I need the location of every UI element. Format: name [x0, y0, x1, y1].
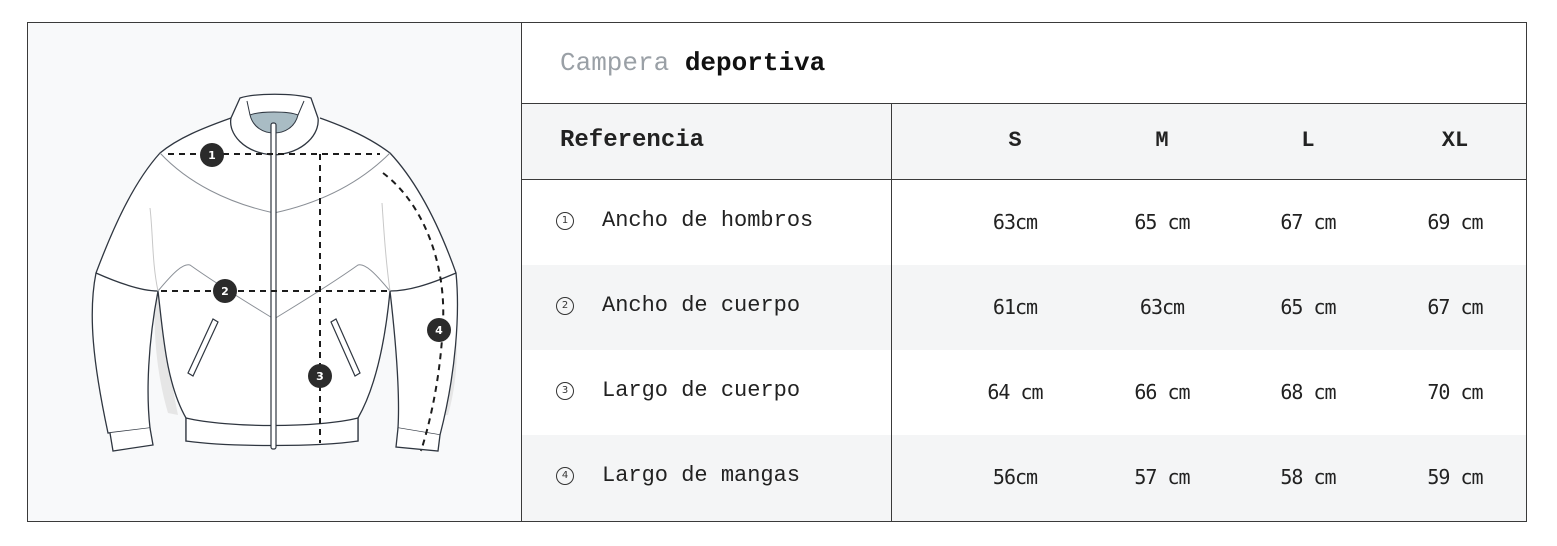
table-header-row: Referencia S M L XL: [522, 104, 1526, 180]
size-chart: 1 2 3 4 Campera deportiva Referencia S M…: [27, 22, 1527, 522]
row-number-badge: 1: [556, 212, 574, 230]
cell-l: 58 cm: [1280, 465, 1336, 489]
cell-m: 57 cm: [1134, 465, 1190, 489]
svg-text:4: 4: [435, 324, 443, 337]
svg-text:2: 2: [221, 285, 229, 298]
cell-m: 63cm: [1139, 295, 1185, 319]
svg-text:3: 3: [316, 370, 324, 383]
row-number-badge: 3: [556, 382, 574, 400]
product-title-bold: deportiva: [684, 48, 826, 78]
marker-3: 3: [308, 364, 332, 388]
column-divider: [891, 104, 892, 521]
cell-s: 63cm: [992, 210, 1038, 234]
cell-xl: 70 cm: [1427, 380, 1483, 404]
marker-4: 4: [427, 318, 451, 342]
row-label: Ancho de hombros: [602, 208, 814, 233]
size-header-m: M: [1155, 128, 1169, 153]
size-header-xl: XL: [1441, 128, 1469, 153]
cell-m: 66 cm: [1134, 380, 1190, 404]
row-label: Largo de cuerpo: [602, 378, 801, 403]
cell-s: 64 cm: [987, 380, 1043, 404]
cell-s: 56cm: [992, 465, 1038, 489]
cell-xl: 69 cm: [1427, 210, 1483, 234]
table-row: 1 Ancho de hombros 63cm 65 cm 67 cm 69 c…: [522, 180, 1526, 265]
jacket-illustration-panel: 1 2 3 4: [28, 23, 522, 521]
marker-1: 1: [200, 143, 224, 167]
row-label: Ancho de cuerpo: [602, 293, 801, 318]
table-row: 4 Largo de mangas 56cm 57 cm 58 cm 59 cm: [522, 435, 1526, 521]
size-header-l: L: [1301, 128, 1315, 153]
size-header-s: S: [1008, 128, 1022, 153]
size-table: Campera deportiva Referencia S M L XL 1 …: [522, 23, 1526, 521]
table-row: 3 Largo de cuerpo 64 cm 66 cm 68 cm 70 c…: [522, 350, 1526, 435]
table-row: 2 Ancho de cuerpo 61cm 63cm 65 cm 67 cm: [522, 265, 1526, 350]
jacket-illustration: 1 2 3 4: [91, 93, 459, 452]
marker-2: 2: [213, 279, 237, 303]
zipper: [270, 122, 277, 450]
cell-xl: 67 cm: [1427, 295, 1483, 319]
cell-l: 65 cm: [1280, 295, 1336, 319]
cell-l: 68 cm: [1280, 380, 1336, 404]
cell-m: 65 cm: [1134, 210, 1190, 234]
row-label: Largo de mangas: [602, 463, 801, 488]
row-number-badge: 2: [556, 297, 574, 315]
cell-l: 67 cm: [1280, 210, 1336, 234]
product-title-light: Campera: [560, 48, 670, 78]
row-number-badge: 4: [556, 467, 574, 485]
product-title: Campera deportiva: [560, 47, 825, 79]
reference-header: Referencia: [560, 127, 705, 154]
svg-text:1: 1: [208, 149, 216, 162]
cell-xl: 59 cm: [1427, 465, 1483, 489]
cell-s: 61cm: [992, 295, 1038, 319]
title-row: Campera deportiva: [522, 23, 1526, 104]
